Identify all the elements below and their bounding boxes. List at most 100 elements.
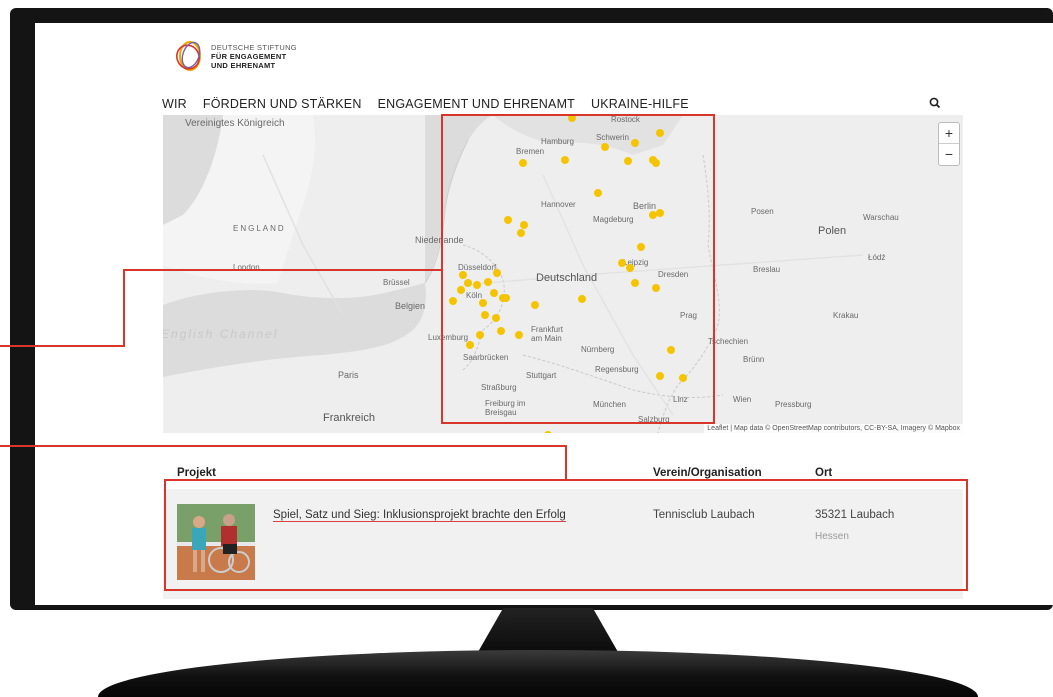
organisation-name: Tennisclub Laubach [653,509,755,521]
map-marker[interactable] [479,299,487,307]
map-marker[interactable] [626,264,634,272]
map-marker[interactable] [517,229,525,237]
label-posen: Posen [751,207,774,216]
map-marker[interactable] [459,271,467,279]
map-marker[interactable] [490,289,498,297]
map-marker[interactable] [457,286,465,294]
map-marker[interactable] [504,216,512,224]
search-icon[interactable] [928,96,942,110]
column-header-project: Projekt [177,467,216,479]
label-bruenn: Brünn [743,355,765,364]
nav-item-foerdern[interactable]: FÖRDERN UND STÄRKEN [203,97,362,111]
browser-screen: DEUTSCHE STIFTUNG FÜR ENGAGEMENT UND EHR… [35,23,1053,605]
map-marker[interactable] [631,279,639,287]
label-schwerin: Schwerin [596,133,629,142]
map-marker[interactable] [515,331,523,339]
label-linz: Linz [673,395,688,404]
zoom-in-button[interactable]: + [939,123,959,144]
label-magdeburg: Magdeburg [593,215,634,224]
logo-text: DEUTSCHE STIFTUNG FÜR ENGAGEMENT UND EHR… [211,43,297,70]
map-marker[interactable] [637,243,645,251]
map-marker[interactable] [544,431,552,433]
label-london: London [233,263,260,272]
map-marker[interactable] [656,209,664,217]
map-marker[interactable] [667,346,675,354]
logo-line-2: FÜR ENGAGEMENT [211,51,287,61]
map-marker[interactable] [618,259,626,267]
map-marker[interactable] [492,314,500,322]
label-deutschland: Deutschland [536,272,598,284]
column-header-org: Verein/Organisation [653,467,762,479]
label-luxemburg: Luxemburg [428,333,469,342]
monitor-stand-neck [478,608,618,652]
label-krakau: Krakau [833,311,859,320]
table-row[interactable]: Spiel, Satz und Sieg: Inklusionsprojekt … [163,489,963,599]
label-berlin: Berlin [633,201,657,211]
label-hamburg: Hamburg [541,137,574,146]
map-marker[interactable] [473,281,481,289]
map-marker[interactable] [502,294,510,302]
project-map[interactable]: Vereinigtes Königreich ENGLAND London En… [163,115,963,433]
label-saarbruecken: Saarbrücken [463,353,509,362]
map-marker[interactable] [656,372,664,380]
label-uk: Vereinigtes Königreich [185,118,285,129]
logo-line-3: UND EHRENAMT [211,60,276,70]
map-marker[interactable] [464,279,472,287]
map-marker[interactable] [466,341,474,349]
column-header-place: Ort [815,467,833,479]
label-bruessel: Brüssel [383,278,410,287]
map-marker[interactable] [601,143,609,151]
map-marker[interactable] [484,278,492,286]
map-marker[interactable] [493,269,501,277]
logo-line-1: DEUTSCHE STIFTUNG [211,42,297,52]
map-marker[interactable] [649,156,657,164]
label-stuttgart: Stuttgart [526,371,557,380]
map-marker[interactable] [481,311,489,319]
map-marker[interactable] [656,129,664,137]
region-name: Hessen [815,531,849,542]
label-tschechien: Tschechien [708,337,749,346]
place-name: 35321 Laubach [815,509,895,521]
map-marker[interactable] [497,327,505,335]
nav-item-engagement[interactable]: ENGAGEMENT UND EHRENAMT [378,97,575,111]
monitor-stand-base [98,650,978,697]
label-regensburg: Regensburg [595,365,639,374]
zoom-out-button[interactable]: − [939,144,959,165]
map-marker[interactable] [624,157,632,165]
label-strasbourg: Straßburg [481,383,517,392]
label-english-channel: English Channel [163,327,279,341]
label-wien: Wien [733,395,752,404]
label-pressburg: Pressburg [775,400,812,409]
map-marker[interactable] [578,295,586,303]
map-marker[interactable] [449,297,457,305]
nav-item-ukraine[interactable]: UKRAINE-HILFE [591,97,689,111]
logo-mark-icon [175,39,205,73]
project-thumbnail[interactable] [177,504,255,580]
label-salzburg: Salzburg [638,415,670,424]
label-muenchen: München [593,400,626,409]
label-freiburg: Freiburg im Breisgau [485,399,526,417]
map-marker[interactable] [476,331,484,339]
map-attribution[interactable]: Leaflet | Map data © OpenStreetMap contr… [704,424,963,433]
nav-item-wir[interactable]: WIR [162,97,187,111]
map-marker[interactable] [652,284,660,292]
map-marker[interactable] [531,301,539,309]
map-marker[interactable] [520,221,528,229]
main-navigation: WIR FÖRDERN UND STÄRKEN ENGAGEMENT UND E… [162,97,705,111]
label-paris: Paris [338,370,359,380]
label-koeln: Köln [466,291,483,300]
map-marker[interactable] [519,159,527,167]
label-breslau: Breslau [753,265,781,274]
map-marker[interactable] [561,156,569,164]
label-rostock: Rostock [611,115,640,124]
label-prag: Prag [680,311,697,320]
map-marker[interactable] [594,189,602,197]
map-marker[interactable] [679,374,687,382]
label-frankfurt: Frankfurt am Main [531,325,564,343]
label-niederlande: Niederlande [415,235,464,245]
zoom-control: + − [938,122,960,166]
site-logo[interactable]: DEUTSCHE STIFTUNG FÜR ENGAGEMENT UND EHR… [175,39,297,73]
map-marker[interactable] [631,139,639,147]
project-link[interactable]: Spiel, Satz und Sieg: Inklusionsprojekt … [273,509,566,522]
label-dresden: Dresden [658,270,689,279]
